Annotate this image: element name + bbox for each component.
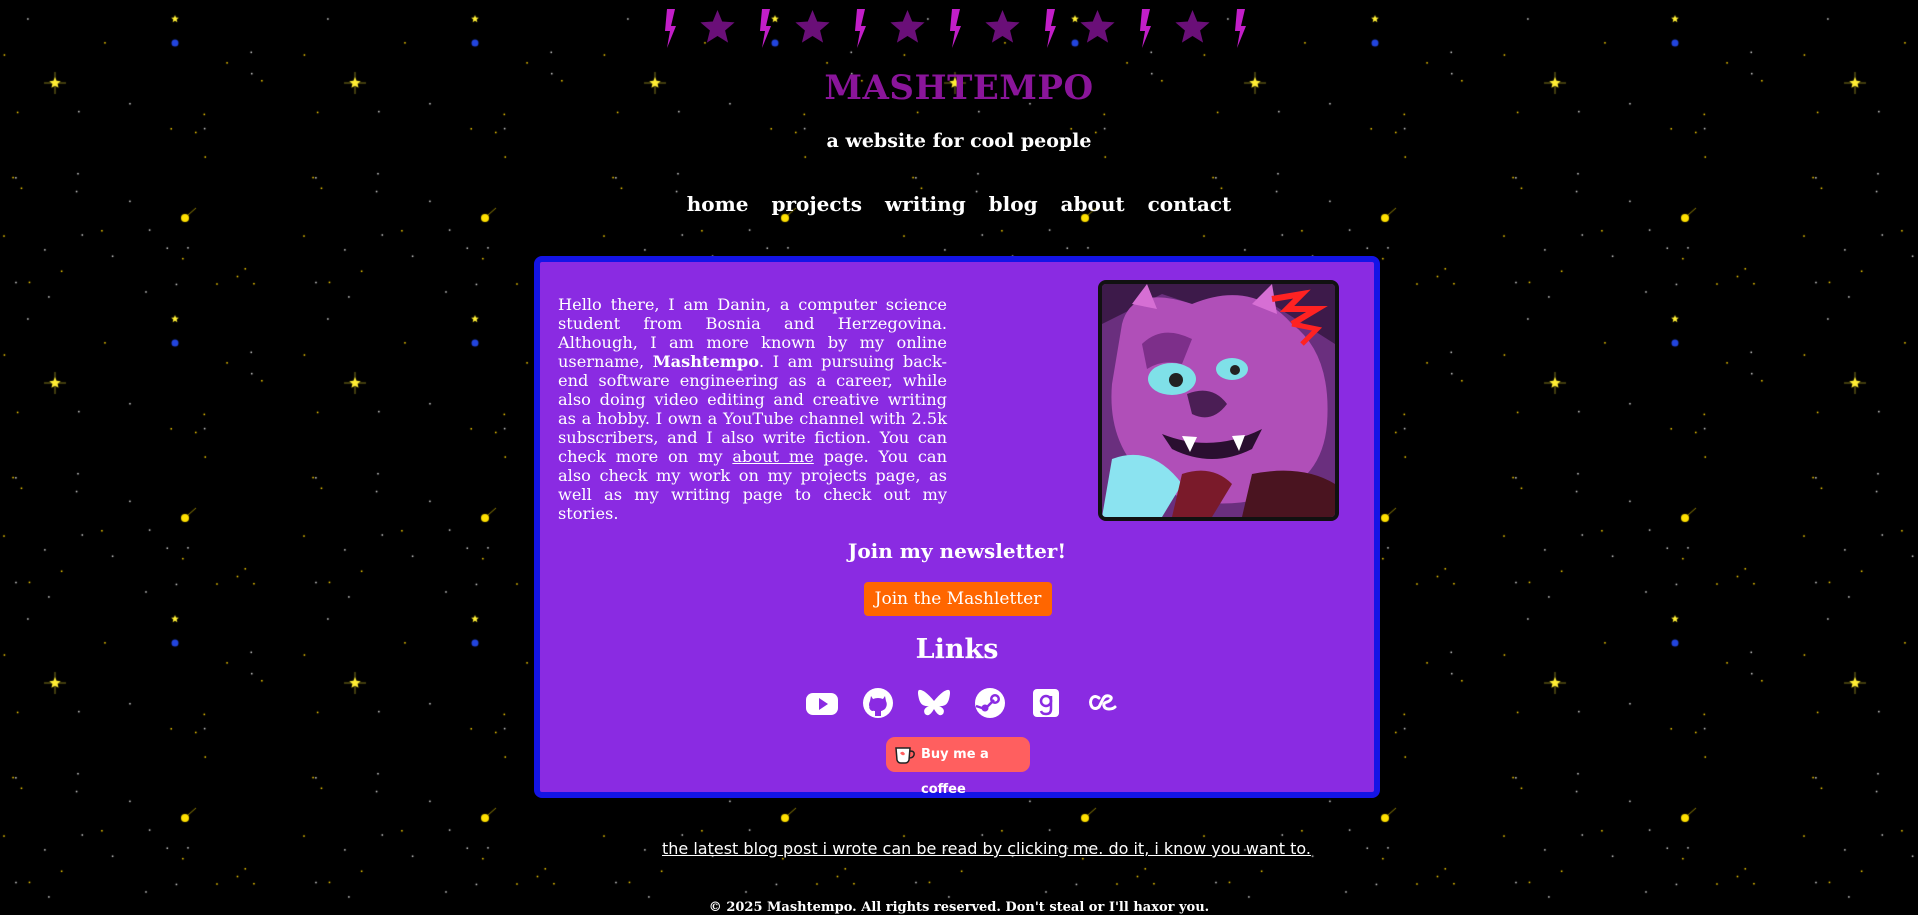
intro-paragraph: Hello there, I am Danin, a computer scie… — [558, 295, 947, 523]
main-nav: home projects writing blog about contact — [0, 192, 1918, 216]
nav-projects[interactable]: projects — [772, 192, 863, 216]
lastfm-icon[interactable] — [1084, 685, 1120, 721]
nav-contact[interactable]: contact — [1148, 192, 1232, 216]
intro-username: Mashtempo — [652, 352, 760, 371]
site-tagline: a website for cool people — [826, 130, 1092, 152]
nav-writing[interactable]: writing — [885, 192, 966, 216]
buy-me-a-coffee-button[interactable]: Buy me a coffee — [886, 737, 1030, 797]
site-title: MASHTEMPO — [824, 68, 1094, 108]
about-me-link[interactable]: about me — [732, 447, 813, 466]
bluesky-icon[interactable] — [916, 685, 952, 721]
nav-about[interactable]: about — [1061, 192, 1125, 216]
coffee-cup-icon — [895, 747, 915, 764]
latest-blog-post-link[interactable]: the latest blog post i wrote can be read… — [0, 839, 1918, 858]
github-icon[interactable] — [860, 685, 896, 721]
join-mashletter-button[interactable]: Join the Mashletter — [864, 582, 1052, 616]
star-banner-decoration — [655, 4, 1265, 52]
steam-icon[interactable] — [972, 685, 1008, 721]
nav-blog[interactable]: blog — [989, 192, 1038, 216]
avatar-image — [1098, 280, 1339, 521]
social-links — [800, 685, 1118, 721]
youtube-icon[interactable] — [804, 685, 840, 721]
goodreads-icon[interactable] — [1028, 685, 1064, 721]
links-heading: Links — [915, 634, 999, 665]
nav-home[interactable]: home — [687, 192, 749, 216]
newsletter-heading: Join my newsletter! — [847, 539, 1067, 563]
